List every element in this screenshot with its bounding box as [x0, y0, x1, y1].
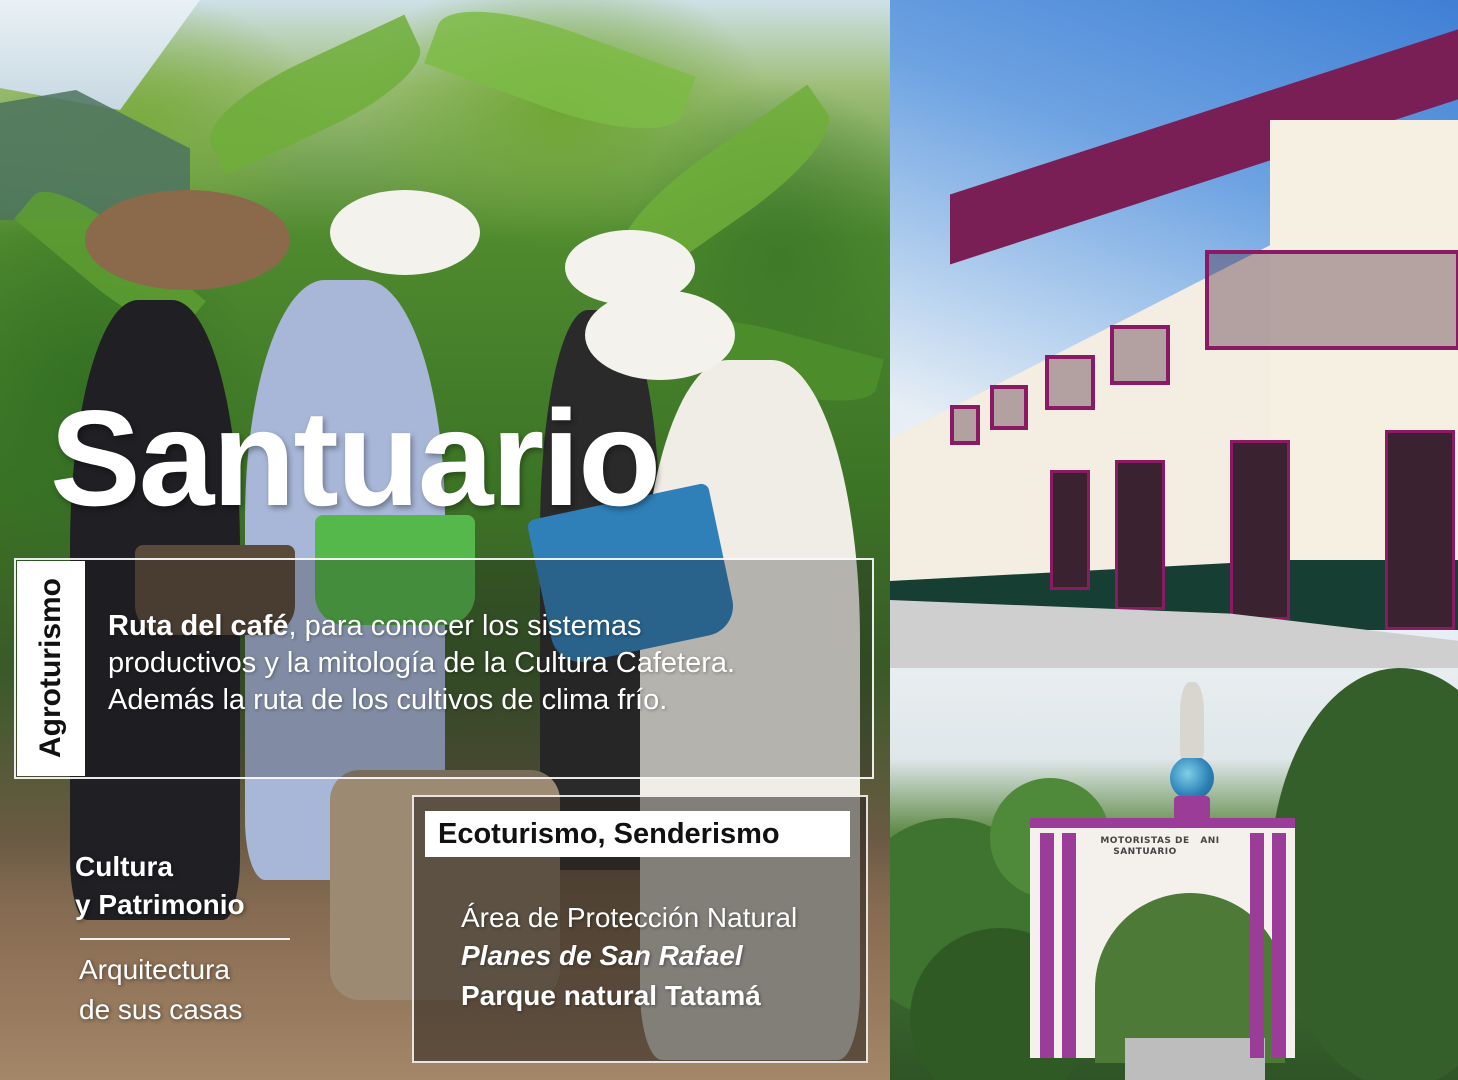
- tree: [1270, 668, 1458, 1080]
- balcony: [1110, 325, 1170, 385]
- ecoturismo-line: Área de Protección Natural: [461, 902, 798, 933]
- santuario-arch-photo: MOTORISTAS DE SANTUARIO ANI: [890, 668, 1458, 1080]
- page-title: Santuario: [50, 382, 661, 534]
- ecoturismo-header-label: Ecoturismo, Senderismo: [438, 818, 780, 850]
- virgin-statue: [1180, 682, 1204, 758]
- agroturismo-text: , para conocer los sistemas: [288, 610, 642, 642]
- cultura-subtext: Arquitectura de sus casas: [79, 950, 242, 1030]
- ruta-del-cafe-highlight: Ruta del café: [108, 610, 289, 642]
- agroturismo-line-1: Ruta del café, para conocer los sistemas: [108, 608, 848, 645]
- banana-leaf: [195, 14, 435, 176]
- cultura-subtext-line: de sus casas: [79, 994, 243, 1025]
- cultura-heading-line: y Patrimonio: [75, 889, 245, 920]
- white-hat: [585, 290, 735, 380]
- road: [1125, 1038, 1265, 1080]
- colonial-building-photo: [890, 0, 1458, 668]
- arch-column: [1062, 833, 1076, 1058]
- shop-door: [1385, 430, 1455, 630]
- globe-sculpture: [1170, 756, 1214, 800]
- cultura-heading: Cultura y Patrimonio: [75, 848, 245, 924]
- arch-sign-line: SANTUARIO: [1113, 847, 1177, 857]
- agroturismo-line-3: Además la ruta de los cultivos de clima …: [108, 684, 668, 716]
- cultura-divider: [80, 938, 290, 940]
- cultura-subtext-line: Arquitectura: [79, 954, 230, 985]
- balcony: [990, 385, 1028, 430]
- agroturismo-label: Agroturismo: [34, 578, 67, 758]
- arch-column: [1250, 833, 1264, 1058]
- straw-hat: [85, 190, 290, 290]
- corner-balcony: [1205, 250, 1458, 350]
- arch-sign-text: MOTORISTAS DE SANTUARIO: [1100, 836, 1190, 858]
- arch-column: [1040, 833, 1054, 1058]
- ecoturismo-line: Parque natural Tatamá: [461, 980, 761, 1011]
- balcony: [1045, 355, 1095, 410]
- arch-top-trim: [1030, 818, 1295, 828]
- cultura-heading-line: Cultura: [75, 851, 173, 882]
- arch-sign-line: ANI: [1200, 836, 1220, 846]
- globe-pedestal: [1174, 796, 1210, 820]
- shop-door: [1230, 440, 1290, 620]
- banana-leaf: [424, 0, 696, 153]
- agroturismo-description: Ruta del café, para conocer los sistemas…: [108, 608, 848, 719]
- arch-sign-text-right: ANI: [1190, 836, 1230, 847]
- arch-sign-line: MOTORISTAS DE: [1100, 836, 1190, 846]
- balcony: [950, 405, 980, 445]
- ecoturismo-line: Planes de San Rafael: [461, 940, 743, 971]
- sky: [0, 0, 200, 110]
- agroturismo-line-2: productivos y la mitología de la Cultura…: [108, 647, 736, 679]
- shop-door: [1050, 470, 1090, 590]
- arch-column: [1272, 833, 1286, 1058]
- shop-door: [1115, 460, 1165, 610]
- white-hat: [330, 190, 480, 275]
